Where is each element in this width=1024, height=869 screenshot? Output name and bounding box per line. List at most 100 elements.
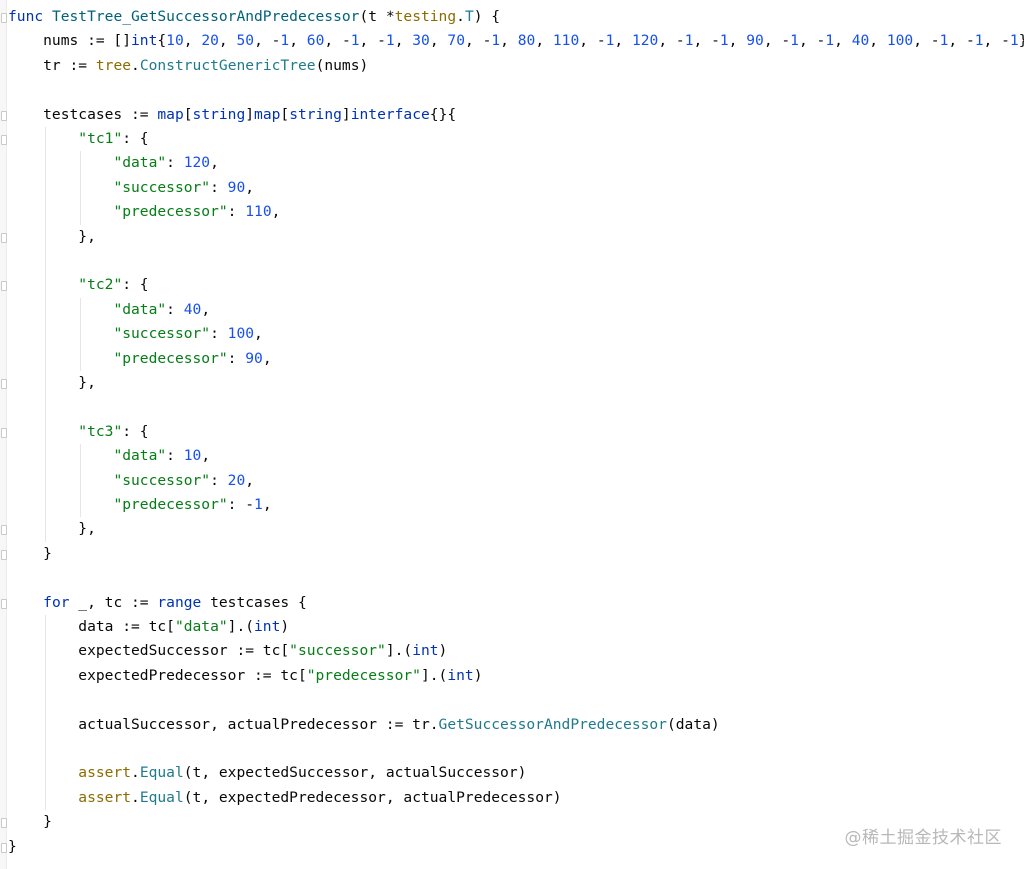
fold-marker-icon[interactable]	[1, 842, 7, 853]
code-token: "data"	[174, 618, 228, 635]
code-token: int	[412, 642, 439, 660]
code-token: },	[8, 520, 96, 538]
code-line[interactable]: "data": 40,	[8, 298, 210, 322]
code-token: ]	[245, 105, 255, 123]
code-token: :	[210, 178, 228, 196]
code-token: string	[289, 105, 342, 123]
code-token: (t, expectedPredecessor, actualPredecess…	[183, 788, 562, 806]
code-token: (t, expectedSuccessor, actualSuccessor)	[183, 764, 527, 782]
code-token: "successor"	[113, 325, 211, 343]
code-line[interactable]: func TestTree_GetSuccessorAndPredecessor…	[8, 5, 500, 29]
code-token: , -	[324, 32, 351, 50]
code-token: ]	[341, 105, 351, 123]
code-line[interactable]: "tc1": {	[8, 127, 148, 151]
code-token: assert	[78, 788, 132, 806]
code-token: ConstructGenericTree	[139, 56, 316, 74]
code-line[interactable]: }	[8, 835, 17, 859]
code-line[interactable]: "data": 120,	[8, 151, 218, 175]
code-line[interactable]: "successor": 90,	[8, 176, 254, 200]
code-line[interactable]: "successor": 20,	[8, 469, 254, 493]
code-line[interactable]: "tc3": {	[8, 420, 148, 444]
code-token: :	[166, 300, 184, 318]
code-line[interactable]: assert.Equal(t, expectedPredecessor, act…	[8, 786, 562, 810]
code-line[interactable]: assert.Equal(t, expectedSuccessor, actua…	[8, 761, 526, 785]
code-token: map	[157, 105, 184, 123]
fold-marker-icon[interactable]	[1, 13, 7, 23]
code-token: ,	[245, 471, 255, 489]
code-token: ,	[394, 32, 413, 50]
code-token: 1	[974, 32, 984, 50]
code-token: :	[210, 325, 228, 343]
code-token: 110	[552, 32, 580, 50]
code-line[interactable]: "predecessor": 110,	[8, 200, 280, 224]
code-line[interactable]: nums := []int{10, 20, 50, -1, 60, -1, -1…	[8, 29, 1024, 53]
code-line[interactable]: actualSuccessor, actualPredecessor := tr…	[8, 713, 719, 737]
fold-marker-icon[interactable]	[1, 281, 7, 292]
code-line[interactable]: "tc2": {	[8, 273, 148, 297]
code-token: 1	[684, 32, 694, 50]
fold-marker-icon[interactable]	[1, 135, 7, 145]
code-token: ].(	[420, 666, 448, 684]
code-token: 40	[851, 32, 870, 50]
code-line[interactable]: },	[8, 225, 96, 249]
code-token: 1	[350, 32, 360, 50]
code-token: "successor"	[289, 642, 386, 660]
code-token: 10	[166, 32, 184, 50]
code-token: testcases {	[201, 593, 307, 611]
code-line[interactable]: }	[8, 810, 52, 834]
code-token: GetSuccessorAndPredecessor	[438, 715, 667, 733]
code-token: :	[210, 471, 228, 489]
code-token: , -	[948, 32, 975, 50]
fold-marker-icon[interactable]	[1, 525, 7, 536]
code-token: : -	[227, 496, 255, 513]
fold-marker-icon[interactable]	[1, 549, 7, 560]
fold-marker-icon[interactable]	[1, 232, 7, 243]
code-token: .	[131, 56, 140, 74]
code-token: "tc3"	[78, 422, 123, 440]
code-line[interactable]: tr := tree.ConstructGenericTree(nums)	[8, 54, 368, 78]
code-token: .	[456, 8, 465, 25]
code-token: 90	[746, 32, 764, 50]
code-line[interactable]: "data": 10,	[8, 444, 210, 468]
code-token: 40	[183, 300, 202, 318]
fold-marker-icon[interactable]	[1, 379, 7, 389]
code-token: ,	[834, 32, 852, 50]
code-token: {}{	[429, 105, 457, 123]
code-line[interactable]: expectedPredecessor := tc["predecessor"]…	[8, 664, 482, 688]
code-line[interactable]: testcases := map[string]map[string]inter…	[8, 103, 456, 127]
code-line[interactable]: expectedSuccessor := tc["successor"].(in…	[8, 639, 447, 663]
code-token: expectedPredecessor := tc[	[8, 666, 307, 684]
code-token: ,	[254, 325, 263, 343]
code-token: , -	[579, 32, 606, 50]
code-line[interactable]: },	[8, 371, 96, 395]
code-token: ,	[535, 32, 553, 50]
code-token: 100	[227, 325, 255, 343]
code-line[interactable]: data := tc["data"].(int)	[8, 615, 289, 639]
code-token: testing	[394, 8, 457, 25]
fold-marker-icon[interactable]	[1, 110, 7, 121]
code-editor[interactable]: func TestTree_GetSuccessorAndPredecessor…	[0, 0, 1024, 869]
watermark-text: @稀土掘金技术社区	[844, 828, 1002, 848]
code-line[interactable]: },	[8, 517, 96, 541]
code-token: , -	[359, 32, 386, 50]
code-token: ].(	[227, 618, 255, 635]
code-token: ,	[201, 300, 211, 318]
code-token: (t *	[359, 8, 395, 25]
code-token: T	[464, 8, 474, 25]
code-line[interactable]: }	[8, 542, 52, 566]
code-token: 50	[236, 32, 255, 50]
fold-marker-icon[interactable]	[1, 818, 7, 829]
fold-marker-icon[interactable]	[1, 427, 7, 438]
code-line[interactable]: "predecessor": 90,	[8, 347, 271, 371]
code-token: interface	[350, 105, 430, 123]
fold-marker-icon[interactable]	[1, 598, 7, 609]
code-line[interactable]: "successor": 100,	[8, 322, 263, 346]
code-line[interactable]: "predecessor": -1,	[8, 493, 271, 517]
code-token: 1	[790, 32, 799, 50]
code-token: int	[131, 32, 158, 50]
code-line[interactable]: for _, tc := range testcases {	[8, 591, 307, 615]
